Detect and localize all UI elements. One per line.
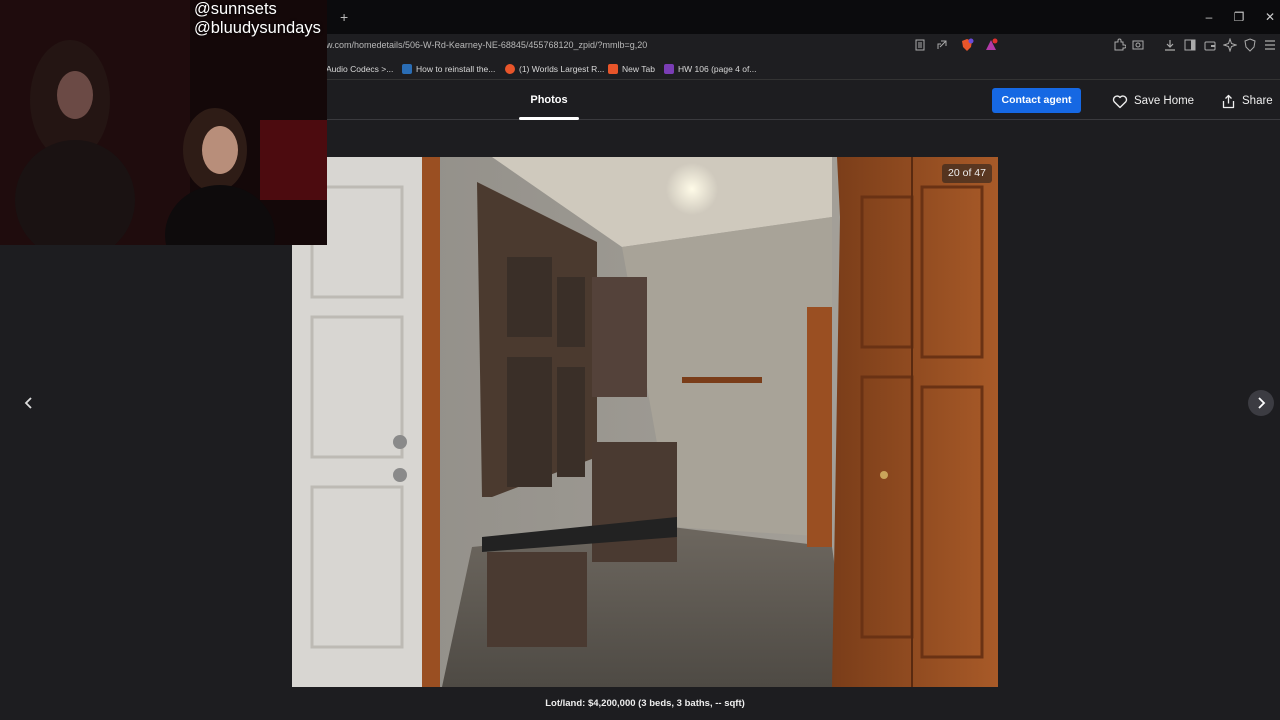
mudroom-photo-image — [292, 157, 998, 687]
url-field[interactable]: w.com/homedetails/506-W-Rd-Kearney-NE-68… — [326, 40, 647, 50]
chevron-left-icon — [24, 397, 32, 409]
minimize-button[interactable]: – — [1200, 9, 1218, 25]
bookmark-label: HW 106 (page 4 of... — [678, 64, 757, 74]
bookmark-favicon-icon — [505, 64, 515, 74]
bookmark-item[interactable]: Audio Codecs >... — [326, 63, 393, 75]
previous-photo-button[interactable] — [16, 390, 42, 416]
bookmark-label: Audio Codecs >... — [326, 64, 394, 74]
contact-agent-button[interactable]: Contact agent — [992, 88, 1081, 113]
vpn-icon[interactable] — [1243, 38, 1257, 52]
tab-photos[interactable]: Photos — [519, 81, 579, 120]
brave-rewards-icon[interactable] — [984, 38, 998, 52]
bookmark-favicon-icon — [664, 64, 674, 74]
restore-button[interactable]: ❐ — [1230, 9, 1248, 25]
active-tab-indicator — [519, 117, 579, 120]
gallery-photo — [292, 157, 998, 687]
bookmark-item[interactable]: (1) Worlds Largest R... — [505, 63, 604, 75]
close-window-button[interactable]: ✕ — [1261, 9, 1279, 25]
new-tab-button[interactable]: + — [340, 9, 354, 25]
bookmark-favicon-icon — [608, 64, 618, 74]
save-home-button[interactable]: Save Home — [1112, 91, 1194, 111]
bookmark-item[interactable]: How to reinstall the... — [402, 63, 495, 75]
next-photo-button[interactable] — [1248, 390, 1274, 416]
streamer-handles-text: @sunnsets @bluudysundays — [194, 0, 321, 37]
bookmark-item[interactable]: New Tab — [608, 63, 655, 75]
heart-icon — [1112, 94, 1128, 108]
menu-icon[interactable] — [1263, 38, 1277, 52]
bookmark-label: How to reinstall the... — [416, 64, 496, 74]
download-icon[interactable] — [1163, 38, 1177, 52]
chevron-right-icon — [1258, 397, 1266, 409]
wallet-icon[interactable] — [1203, 38, 1217, 52]
screenshot-icon[interactable] — [1131, 38, 1145, 52]
bookmark-item[interactable]: HW 106 (page 4 of... — [664, 63, 756, 75]
extensions-icon[interactable] — [1112, 38, 1126, 52]
reader-view-icon[interactable] — [913, 38, 927, 52]
leo-ai-icon[interactable] — [1223, 38, 1237, 52]
listing-caption: Lot/land: $4,200,000 (3 beds, 3 baths, -… — [545, 698, 745, 709]
share-page-icon[interactable] — [935, 38, 949, 52]
brave-shield-icon[interactable] — [960, 38, 974, 52]
share-button[interactable]: Share — [1221, 91, 1273, 111]
bookmark-label: New Tab — [622, 64, 655, 74]
sidebar-icon[interactable] — [1183, 38, 1197, 52]
photo-counter-badge: 20 of 47 — [942, 164, 992, 183]
bookmark-label: (1) Worlds Largest R... — [519, 64, 605, 74]
share-icon — [1222, 94, 1235, 108]
save-home-label: Save Home — [1134, 95, 1195, 107]
bookmark-favicon-icon — [402, 64, 412, 74]
share-label: Share — [1242, 95, 1273, 107]
